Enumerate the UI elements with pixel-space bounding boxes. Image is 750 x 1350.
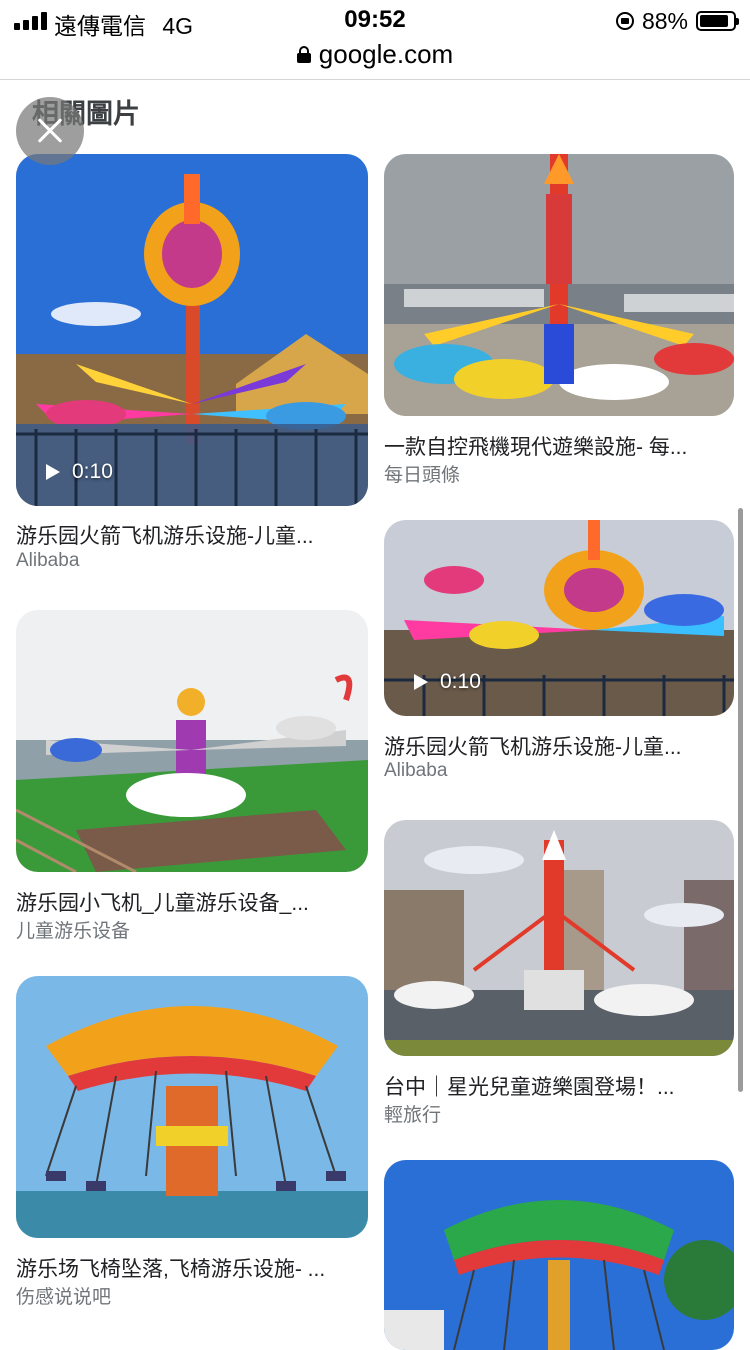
result-thumbnail[interactable] [16, 976, 368, 1238]
result-source: 每日頭條 [384, 465, 461, 486]
plane-ride-image [384, 820, 734, 1056]
result-source: 輕旅行 [384, 1105, 442, 1126]
result-thumbnail[interactable] [384, 820, 734, 1056]
result-thumbnail[interactable] [16, 610, 368, 872]
result-thumbnail[interactable] [384, 1160, 734, 1350]
result-card[interactable]: 一款自控飛機現代遊樂設施- 每... 每日頭條 [384, 154, 734, 486]
battery-icon [696, 11, 739, 31]
result-source: 伤感说说吧 [16, 1287, 112, 1308]
close-button[interactable] [16, 97, 84, 165]
result-title[interactable]: 一款自控飛機現代遊樂設施- 每... [384, 431, 734, 461]
battery-percentage: 88% [641, 7, 688, 34]
result-card[interactable]: 游乐场飞椅坠落,飞椅游乐设施- ... 伤感说说吧 [16, 976, 368, 1308]
result-title[interactable]: 游乐园小飞机_儿童游乐设备_... [16, 887, 368, 917]
url-domain: google.com [318, 38, 454, 69]
result-thumbnail[interactable]: 0:10 [384, 520, 734, 716]
video-badge: 0:10 [46, 460, 113, 484]
result-card[interactable]: 台中｜星光兒童遊樂園登場！... 輕旅行 [384, 820, 734, 1126]
result-card[interactable]: 0:10 游乐园火箭飞机游乐设施-儿童... Alibaba [384, 520, 734, 790]
result-source: Alibaba [384, 760, 448, 781]
result-title[interactable]: 游乐园火箭飞机游乐设施-儿童... [16, 520, 368, 550]
result-title[interactable]: 游乐园火箭飞机游乐设施-儿童... [384, 731, 734, 761]
video-badge: 0:10 [414, 670, 481, 694]
video-duration: 0:10 [72, 460, 113, 483]
small-plane-ride-image [16, 610, 368, 872]
status-bar: 遠傳電信 4G 09:52 88% [0, 0, 750, 40]
url-bar[interactable]: google.com [0, 38, 750, 70]
result-source: 儿童游乐设备 [16, 921, 131, 942]
header-divider [0, 79, 750, 80]
rotation-lock-icon [615, 12, 634, 30]
swing-ride-image [384, 1160, 734, 1350]
result-thumbnail[interactable]: 0:10 [16, 154, 368, 506]
result-thumbnail[interactable] [384, 154, 734, 416]
result-card[interactable] [384, 1160, 734, 1350]
swing-ride-image [16, 976, 368, 1238]
airplane-ride-image [384, 154, 734, 416]
result-source: Alibaba [16, 550, 80, 571]
result-card[interactable]: 游乐园小飞机_儿童游乐设备_... 儿童游乐设备 [16, 610, 368, 942]
padlock-icon [296, 46, 311, 63]
play-icon [46, 464, 60, 480]
result-card[interactable]: 0:10 游乐园火箭飞机游乐设施-儿童... Alibaba [16, 154, 368, 574]
rocket-ride-image [16, 154, 368, 506]
video-duration: 0:10 [440, 670, 481, 693]
result-title[interactable]: 游乐场飞椅坠落,飞椅游乐设施- ... [16, 1253, 356, 1283]
play-icon [414, 674, 428, 690]
scrollbar[interactable] [738, 508, 743, 1092]
result-title[interactable]: 台中｜星光兒童遊樂園登場！... [384, 1071, 734, 1101]
